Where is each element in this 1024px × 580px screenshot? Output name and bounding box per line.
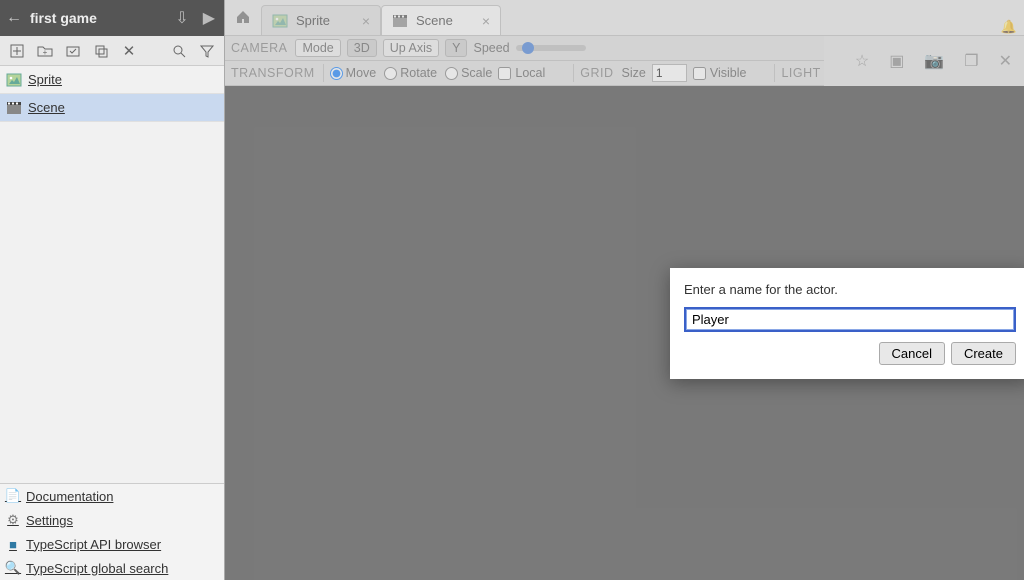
asset-list: Sprite Scene xyxy=(0,66,224,483)
doc-icon: 📄 xyxy=(6,489,20,503)
cube-icon: ■ xyxy=(6,537,20,551)
stack-icon[interactable]: ❐ xyxy=(964,51,978,71)
sidebar: ← first game ⇩ ▶ + ✕ xyxy=(0,0,225,580)
asset-label: Sprite xyxy=(28,72,62,87)
tab-scene[interactable]: Scene × xyxy=(381,5,501,35)
transform-move-radio[interactable]: Move xyxy=(330,66,377,80)
camera-section-label: CAMERA xyxy=(231,41,287,55)
tab-sprite[interactable]: Sprite × xyxy=(261,5,381,35)
size-label: Size xyxy=(622,66,646,80)
up-axis-label: Up Axis xyxy=(383,39,439,57)
up-axis-button[interactable]: Y xyxy=(445,39,467,57)
link-settings[interactable]: ⚙ Settings xyxy=(0,508,224,532)
create-button[interactable]: Create xyxy=(951,342,1016,365)
link-global-search[interactable]: 🔍 TypeScript global search xyxy=(0,556,224,580)
link-api-browser[interactable]: ■ TypeScript API browser xyxy=(0,532,224,556)
tab-label: Sprite xyxy=(296,13,330,28)
link-label: TypeScript API browser xyxy=(26,537,161,552)
dialog-button-row: Cancel Create xyxy=(684,342,1016,365)
link-label: Documentation xyxy=(26,489,113,504)
link-documentation[interactable]: 📄 Documentation xyxy=(0,484,224,508)
search-icon: 🔍 xyxy=(6,561,20,575)
link-label: TypeScript global search xyxy=(26,561,168,576)
transform-scale-radio[interactable]: Scale xyxy=(445,66,492,80)
asset-item-sprite[interactable]: Sprite xyxy=(0,66,224,94)
local-checkbox[interactable]: Local xyxy=(498,66,545,80)
radio-label: Scale xyxy=(461,66,492,80)
transform-radio-group: Move Rotate Scale xyxy=(330,66,493,80)
transform-rotate-radio[interactable]: Rotate xyxy=(384,66,437,80)
sprite-icon xyxy=(272,13,288,29)
notifications-icon[interactable]: 🔔 xyxy=(994,19,1024,35)
speed-label: Speed xyxy=(473,41,509,55)
camera-mode-button[interactable]: 3D xyxy=(347,39,377,57)
svg-text:+: + xyxy=(43,48,48,57)
back-icon[interactable]: ← xyxy=(6,9,22,27)
project-title: first game xyxy=(30,10,164,26)
star-icon[interactable]: ☆ xyxy=(855,51,869,71)
grid-section-label: GRID xyxy=(580,66,613,80)
link-label: Settings xyxy=(26,513,73,528)
duplicate-icon[interactable] xyxy=(88,39,114,63)
checkbox-label: Visible xyxy=(710,66,747,80)
scene-icon xyxy=(392,13,408,29)
camera-icon[interactable]: 📷 xyxy=(924,51,944,71)
cancel-button[interactable]: Cancel xyxy=(879,342,945,365)
radio-label: Move xyxy=(346,66,377,80)
asset-label: Scene xyxy=(28,100,65,115)
close-panel-icon[interactable]: ✕ xyxy=(999,51,1012,71)
gear-icon: ⚙ xyxy=(6,513,20,527)
close-icon[interactable]: × xyxy=(482,13,490,29)
sidebar-header: ← first game ⇩ ▶ xyxy=(0,0,224,36)
close-icon[interactable]: × xyxy=(362,13,370,29)
sidebar-links: 📄 Documentation ⚙ Settings ■ TypeScript … xyxy=(0,483,224,580)
search-icon[interactable] xyxy=(166,39,192,63)
new-folder-icon[interactable]: + xyxy=(32,39,58,63)
scene-icon xyxy=(6,100,22,116)
main-area: Sprite × Scene × 🔔 CAMERA Mode 3D Up Axi… xyxy=(225,0,1024,580)
camera-mode-label: Mode xyxy=(295,39,340,57)
edit-icon[interactable] xyxy=(60,39,86,63)
new-actor-dialog: Enter a name for the actor. Cancel Creat… xyxy=(670,268,1024,379)
grid-size-input[interactable] xyxy=(652,64,687,82)
light-section-label: LIGHT xyxy=(781,66,820,80)
radio-label: Rotate xyxy=(400,66,437,80)
home-tab-icon[interactable] xyxy=(225,0,261,35)
asset-item-scene[interactable]: Scene xyxy=(0,94,224,122)
actor-name-input[interactable] xyxy=(684,307,1016,332)
transform-section-label: TRANSFORM xyxy=(231,66,315,80)
play-icon[interactable]: ▶ xyxy=(200,8,218,28)
download-icon[interactable]: ⇩ xyxy=(172,8,191,28)
sprite-icon xyxy=(6,72,22,88)
tab-bar: Sprite × Scene × 🔔 xyxy=(225,0,1024,36)
filter-icon[interactable] xyxy=(194,39,220,63)
visible-checkbox[interactable]: Visible xyxy=(693,66,747,80)
delete-icon[interactable]: ✕ xyxy=(116,39,142,63)
new-asset-icon[interactable] xyxy=(4,39,30,63)
right-icon-strip: ☆ ▣ 📷 ❐ ✕ xyxy=(824,36,1024,86)
screen-icon[interactable]: ▣ xyxy=(889,51,904,71)
sidebar-toolbar: + ✕ xyxy=(0,36,224,66)
checkbox-label: Local xyxy=(515,66,545,80)
dialog-title: Enter a name for the actor. xyxy=(684,282,1016,297)
tab-label: Scene xyxy=(416,13,453,28)
speed-slider[interactable] xyxy=(516,45,586,51)
